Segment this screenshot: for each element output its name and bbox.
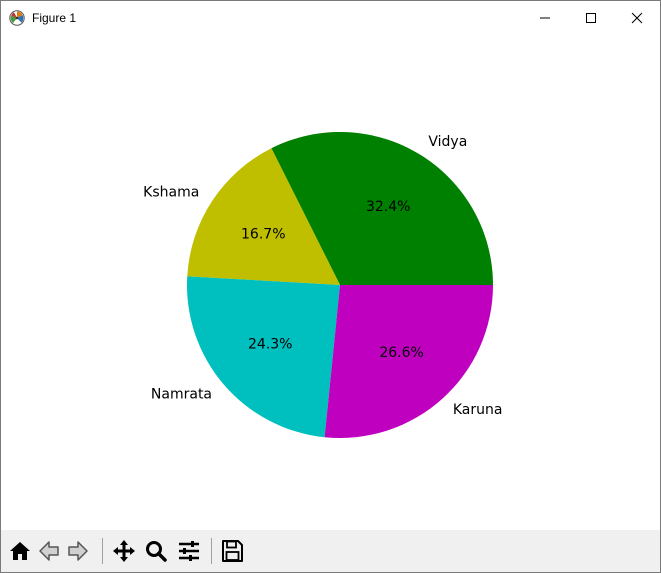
pie-percent-label: 16.7% — [241, 227, 285, 243]
floppy-disk-icon — [222, 540, 243, 562]
pan-button[interactable] — [111, 538, 137, 564]
toolbar-separator — [102, 538, 103, 564]
minimize-button[interactable] — [522, 1, 568, 35]
pie-category-label: Karuna — [453, 402, 503, 418]
sliders-icon — [179, 541, 199, 561]
zoom-button[interactable] — [143, 538, 169, 564]
window-title: Figure 1 — [32, 11, 77, 25]
minimize-icon — [540, 17, 550, 19]
home-icon — [10, 542, 30, 560]
magnifier-icon — [146, 541, 167, 562]
pie-slice-namrata — [186, 276, 340, 438]
title-bar[interactable]: Figure 1 — [1, 1, 660, 35]
close-icon — [631, 12, 643, 24]
figure-window: Figure 1 32.4% Vidya 16.7% Kshama 24.3% Namra… — [0, 0, 661, 573]
back-arrow-icon — [39, 541, 59, 561]
pie-category-label: Kshama — [143, 185, 199, 201]
figure-canvas[interactable]: 32.4% Vidya 16.7% Kshama 24.3% Namrata 26.6% Ka… — [1, 35, 660, 530]
forward-arrow-icon — [68, 541, 88, 561]
pie-category-label: Vidya — [428, 134, 467, 150]
save-button[interactable] — [219, 538, 245, 564]
pie-percent-label: 32.4% — [366, 199, 410, 215]
toolbar-separator — [211, 538, 212, 564]
pie-percent-label: 26.6% — [379, 345, 423, 361]
maximize-icon — [586, 13, 596, 23]
close-button[interactable] — [614, 1, 660, 35]
pie-category-label: Namrata — [151, 386, 212, 402]
forward-button[interactable] — [65, 538, 91, 564]
matplotlib-logo-icon — [9, 10, 25, 26]
maximize-button[interactable] — [568, 1, 614, 35]
move-icon — [113, 540, 135, 562]
navigation-toolbar — [1, 530, 660, 572]
pie-percent-label: 24.3% — [248, 337, 292, 353]
pie-chart: 32.4% Vidya 16.7% Kshama 24.3% Namrata 26.6% Ka… — [143, 131, 503, 439]
configure-subplots-button[interactable] — [176, 538, 202, 564]
back-button[interactable] — [36, 538, 62, 564]
home-button[interactable] — [7, 538, 33, 564]
